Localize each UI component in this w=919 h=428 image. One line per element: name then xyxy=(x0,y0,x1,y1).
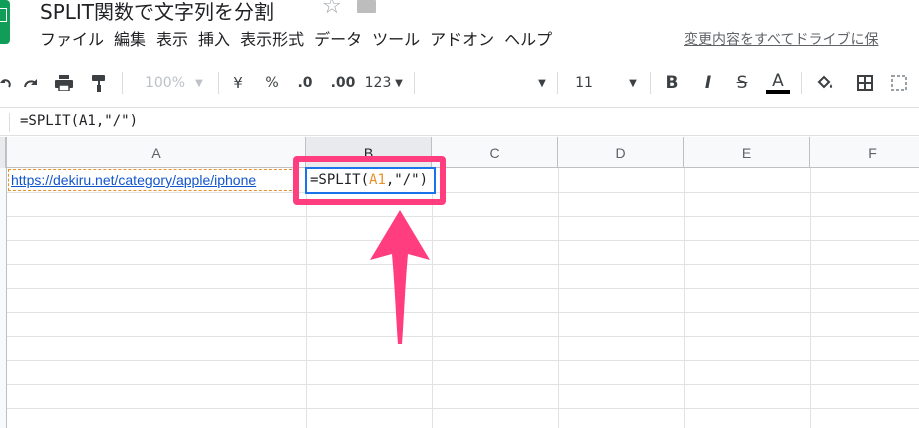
grid-line xyxy=(7,216,919,217)
menu-view[interactable]: 表示 xyxy=(151,28,193,52)
column-header-f[interactable]: F xyxy=(810,137,919,168)
grid-line xyxy=(684,168,685,428)
menu-help[interactable]: ヘルプ xyxy=(499,28,557,52)
menu-file[interactable]: ファイル xyxy=(40,28,109,52)
formula-prefix: =SPLIT( xyxy=(310,172,370,188)
zoom-dropdown-icon[interactable]: ▼ xyxy=(192,62,206,104)
document-title[interactable]: SPLIT関数で文字列を分割 xyxy=(40,0,274,25)
text-color-label: A xyxy=(772,71,784,91)
zoom-select[interactable]: 100% xyxy=(140,62,190,104)
grid-line xyxy=(7,312,919,313)
menu-edit[interactable]: 編集 xyxy=(109,28,151,52)
star-icon[interactable]: ☆ xyxy=(322,0,342,19)
grid-line xyxy=(7,192,919,193)
menu-bar: ファイル 編集 表示 挿入 表示形式 データ ツール アドオン ヘルプ xyxy=(40,28,557,52)
formula-input[interactable]: =SPLIT(A1,"/") xyxy=(20,113,138,129)
toolbar-divider xyxy=(414,72,415,94)
merge-cells-icon[interactable] xyxy=(886,62,912,104)
more-formats-dropdown-icon[interactable]: ▼ xyxy=(393,62,405,104)
grid-line xyxy=(7,360,919,361)
grid-line xyxy=(7,384,919,385)
toolbar-divider xyxy=(557,72,558,94)
column-header-c[interactable]: C xyxy=(432,137,558,168)
strikethrough-button[interactable]: S xyxy=(731,62,753,104)
last-edit-link[interactable]: 変更内容をすべてドライブに保 xyxy=(684,28,878,52)
text-color-button[interactable]: A xyxy=(765,62,791,104)
select-all-corner[interactable] xyxy=(0,137,7,168)
folder-icon[interactable] xyxy=(357,0,376,13)
column-header-a[interactable]: A xyxy=(7,137,306,168)
spreadsheet-grid: A B C D E F https://dekiru.net/category/… xyxy=(0,137,919,428)
formula-bar-divider xyxy=(9,113,10,132)
italic-button[interactable]: I xyxy=(697,62,719,104)
bold-button[interactable]: B xyxy=(661,62,683,104)
cell-a1[interactable]: https://dekiru.net/category/apple/iphone xyxy=(8,169,297,191)
paint-format-icon[interactable] xyxy=(86,62,112,104)
grid-line xyxy=(810,168,811,428)
toolbar-divider xyxy=(218,72,219,94)
toolbar-divider xyxy=(122,72,123,94)
toolbar-divider xyxy=(801,72,802,94)
column-header-d[interactable]: D xyxy=(558,137,684,168)
grid-line xyxy=(7,264,919,265)
font-size-dropdown-icon[interactable]: ▼ xyxy=(626,62,640,104)
row-headers[interactable] xyxy=(0,168,7,428)
currency-format-button[interactable]: ¥ xyxy=(227,62,249,104)
grid-line xyxy=(7,240,919,241)
redo-icon[interactable] xyxy=(18,62,44,104)
grid-line xyxy=(558,168,559,428)
formula-reference: A1 xyxy=(369,172,386,188)
column-header-e[interactable]: E xyxy=(684,137,810,168)
font-dropdown-icon[interactable]: ▼ xyxy=(535,62,549,104)
menu-addons[interactable]: アドオン xyxy=(425,28,499,52)
undo-icon[interactable] xyxy=(0,62,16,104)
cell-a1-link[interactable]: https://dekiru.net/category/apple/iphone xyxy=(11,172,256,188)
formula-suffix: ,"/") xyxy=(385,172,429,188)
increase-decimal-button[interactable]: .00 xyxy=(328,62,358,104)
toolbar-divider xyxy=(650,72,651,94)
grid-line xyxy=(7,336,919,337)
column-headers: A B C D E F xyxy=(0,137,919,168)
toolbar: 100% ▼ ¥ % .0 .00 123 ▼ ▼ 11 ▼ B I S A xyxy=(0,62,919,104)
sheets-logo-icon[interactable] xyxy=(0,0,10,44)
grid-line xyxy=(306,168,307,428)
font-size-select[interactable]: 11 xyxy=(570,62,598,104)
menu-insert[interactable]: 挿入 xyxy=(193,28,235,52)
menu-format[interactable]: 表示形式 xyxy=(235,28,309,52)
menu-tools[interactable]: ツール xyxy=(367,28,425,52)
cell-b1-editor[interactable]: =SPLIT(A1,"/") xyxy=(305,167,436,194)
grid-line xyxy=(7,288,919,289)
borders-icon[interactable] xyxy=(852,62,878,104)
formula-bar[interactable]: =SPLIT(A1,"/") xyxy=(0,107,919,136)
fill-color-icon[interactable] xyxy=(812,62,838,104)
more-formats-button[interactable]: 123 xyxy=(363,62,393,104)
menu-data[interactable]: データ xyxy=(309,28,367,52)
text-color-swatch xyxy=(766,90,790,94)
percent-format-button[interactable]: % xyxy=(261,62,283,104)
sheet-grid-icon xyxy=(0,8,7,22)
print-icon[interactable] xyxy=(50,62,78,104)
grid-line xyxy=(7,408,919,409)
decrease-decimal-button[interactable]: .0 xyxy=(292,62,318,104)
pointer-arrow-icon xyxy=(370,210,430,344)
